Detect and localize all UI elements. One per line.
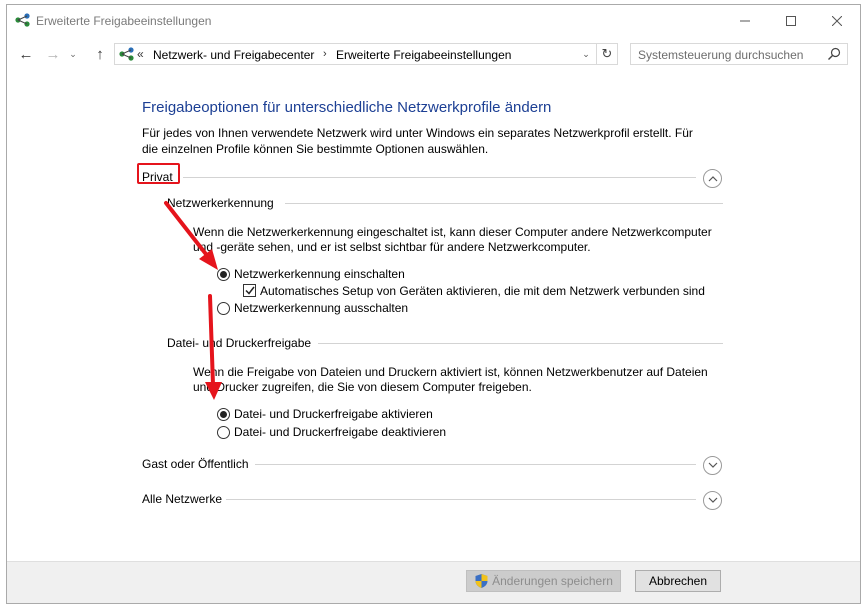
chevron-down-icon: ⌄ <box>582 48 590 59</box>
forward-button[interactable]: → <box>42 45 64 63</box>
refresh-icon: ↻ <box>601 46 613 61</box>
search-input[interactable]: Systemsteuerung durchsuchen <box>630 43 848 65</box>
network-discovery-on-radio[interactable] <box>217 268 230 281</box>
back-arrow-icon: ← <box>18 45 34 63</box>
breadcrumb-overflow[interactable]: « <box>137 47 144 61</box>
breadcrumb-advanced-sharing[interactable]: Erweiterte Freigabeeinstellungen <box>336 48 511 62</box>
network-discovery-off-label[interactable]: Netzwerkerkennung ausschalten <box>234 301 408 315</box>
section-all-networks-label[interactable]: Alle Netzwerke <box>142 492 222 506</box>
save-changes-button[interactable]: Änderungen speichern <box>466 570 621 592</box>
up-button[interactable]: ↑ <box>89 45 111 63</box>
shield-icon <box>475 574 488 588</box>
subsection-divider <box>285 203 723 204</box>
file-sharing-title: Datei- und Druckerfreigabe <box>167 336 312 350</box>
address-dropdown-button[interactable]: ⌄ <box>578 46 594 62</box>
cancel-label: Abbrechen <box>648 574 708 588</box>
minimize-button[interactable] <box>722 5 768 36</box>
search-placeholder: Systemsteuerung durchsuchen <box>638 48 804 62</box>
section-divider <box>183 177 696 178</box>
file-sharing-text: Wenn die Freigabe von Dateien und Drucke… <box>193 365 708 394</box>
footer-bar: Änderungen speichern Abbrechen <box>7 561 860 603</box>
file-sharing-off-label[interactable]: Datei- und Druckerfreigabe deaktivieren <box>234 425 446 439</box>
section-guest-expand-button[interactable] <box>703 456 722 475</box>
maximize-icon <box>786 15 796 26</box>
section-divider <box>255 464 696 465</box>
title-bar: Erweiterte Freigabeeinstellungen <box>7 5 860 36</box>
checkmark-icon <box>244 286 255 295</box>
content-area: Freigabeoptionen für unterschiedliche Ne… <box>7 71 860 561</box>
network-icon <box>119 47 134 61</box>
maximize-button[interactable] <box>768 5 814 36</box>
save-changes-label: Änderungen speichern <box>492 574 613 588</box>
file-sharing-off-radio[interactable] <box>217 426 230 439</box>
network-icon <box>15 13 30 27</box>
section-divider <box>226 499 696 500</box>
breadcrumb-separator-icon[interactable]: › <box>323 48 327 60</box>
network-discovery-on-label[interactable]: Netzwerkerkennung einschalten <box>234 267 405 281</box>
minimize-icon <box>740 20 750 21</box>
file-sharing-on-label[interactable]: Datei- und Druckerfreigabe aktivieren <box>234 407 433 421</box>
window: Erweiterte Freigabeeinstellungen ← → ⌄ ↑ <box>6 4 861 604</box>
subsection-divider <box>318 343 723 344</box>
chevron-down-icon <box>708 462 717 468</box>
chevron-down-icon <box>708 497 717 503</box>
refresh-button[interactable]: ↻ <box>596 44 617 64</box>
page-title: Freigabeoptionen für unterschiedliche Ne… <box>142 99 552 116</box>
auto-setup-checkbox[interactable] <box>243 284 256 297</box>
section-privat-collapse-button[interactable] <box>703 169 722 188</box>
address-bar[interactable]: « Netzwerk- und Freigabecenter › Erweite… <box>114 43 618 65</box>
network-discovery-title: Netzwerkerkennung <box>167 196 274 210</box>
network-discovery-off-radio[interactable] <box>217 302 230 315</box>
section-all-networks-expand-button[interactable] <box>703 491 722 510</box>
up-arrow-icon: ↑ <box>96 45 104 63</box>
section-guest-label[interactable]: Gast oder Öffentlich <box>142 457 249 471</box>
chevron-down-icon: ⌄ <box>69 48 77 59</box>
annotation-highlight-box <box>137 163 180 184</box>
breadcrumb-network-center[interactable]: Netzwerk- und Freigabecenter <box>153 48 314 62</box>
close-button[interactable] <box>814 5 860 36</box>
back-button[interactable]: ← <box>15 45 37 63</box>
navigation-bar: ← → ⌄ ↑ « Netzwerk- und Freigabecenter ›… <box>7 38 860 70</box>
search-icon <box>828 47 841 60</box>
auto-setup-label[interactable]: Automatisches Setup von Geräten aktivier… <box>260 284 705 298</box>
window-title: Erweiterte Freigabeeinstellungen <box>36 14 212 28</box>
cancel-button[interactable]: Abbrechen <box>635 570 721 592</box>
page-description: Für jedes von Ihnen verwendete Netzwerk … <box>142 126 693 156</box>
forward-arrow-icon: → <box>45 45 61 63</box>
network-discovery-text: Wenn die Netzwerkerkennung eingeschaltet… <box>193 225 712 254</box>
file-sharing-on-radio[interactable] <box>217 408 230 421</box>
chevron-up-icon <box>708 176 717 182</box>
recent-locations-button[interactable]: ⌄ <box>66 45 80 63</box>
close-icon <box>832 15 842 26</box>
